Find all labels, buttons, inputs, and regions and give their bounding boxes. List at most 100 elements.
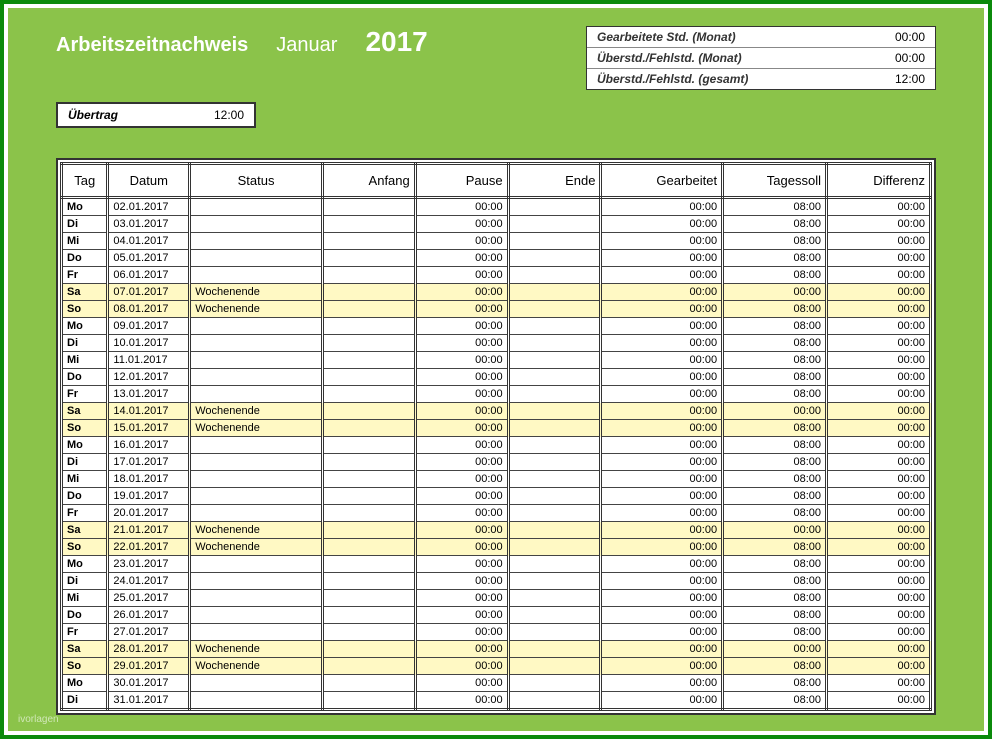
cell-ende[interactable] [508,675,601,692]
cell-tagessoll[interactable]: 08:00 [723,369,827,386]
cell-tagessoll[interactable]: 08:00 [723,590,827,607]
cell-anfang[interactable] [322,403,415,420]
cell-gearbeitet[interactable]: 00:00 [601,318,723,335]
cell-gearbeitet[interactable]: 00:00 [601,624,723,641]
cell-tagessoll[interactable]: 08:00 [723,216,827,233]
cell-differenz[interactable]: 00:00 [827,284,931,301]
cell-status[interactable] [190,488,323,505]
cell-anfang[interactable] [322,233,415,250]
cell-differenz[interactable]: 00:00 [827,250,931,267]
cell-pause[interactable]: 00:00 [415,488,508,505]
cell-anfang[interactable] [322,522,415,539]
cell-status[interactable] [190,692,323,710]
cell-status[interactable] [190,471,323,488]
cell-datum[interactable]: 05.01.2017 [108,250,190,267]
cell-anfang[interactable] [322,198,415,216]
cell-pause[interactable]: 00:00 [415,284,508,301]
cell-differenz[interactable]: 00:00 [827,216,931,233]
cell-differenz[interactable]: 00:00 [827,675,931,692]
cell-ende[interactable] [508,250,601,267]
cell-gearbeitet[interactable]: 00:00 [601,250,723,267]
cell-pause[interactable]: 00:00 [415,573,508,590]
cell-differenz[interactable]: 00:00 [827,658,931,675]
cell-gearbeitet[interactable]: 00:00 [601,522,723,539]
cell-datum[interactable]: 28.01.2017 [108,641,190,658]
cell-tagessoll[interactable]: 08:00 [723,539,827,556]
cell-differenz[interactable]: 00:00 [827,556,931,573]
cell-tag[interactable]: Mi [62,233,108,250]
cell-anfang[interactable] [322,284,415,301]
cell-anfang[interactable] [322,641,415,658]
cell-differenz[interactable]: 00:00 [827,505,931,522]
cell-datum[interactable]: 13.01.2017 [108,386,190,403]
cell-anfang[interactable] [322,250,415,267]
cell-tag[interactable]: Do [62,607,108,624]
cell-status[interactable]: Wochenende [190,420,323,437]
cell-gearbeitet[interactable]: 00:00 [601,573,723,590]
cell-datum[interactable]: 07.01.2017 [108,284,190,301]
cell-status[interactable] [190,505,323,522]
cell-status[interactable] [190,318,323,335]
cell-tag[interactable]: Do [62,488,108,505]
cell-ende[interactable] [508,216,601,233]
cell-status[interactable] [190,369,323,386]
cell-pause[interactable]: 00:00 [415,352,508,369]
cell-pause[interactable]: 00:00 [415,250,508,267]
cell-pause[interactable]: 00:00 [415,624,508,641]
cell-tag[interactable]: Mo [62,675,108,692]
cell-datum[interactable]: 23.01.2017 [108,556,190,573]
cell-anfang[interactable] [322,539,415,556]
cell-pause[interactable]: 00:00 [415,607,508,624]
cell-tagessoll[interactable]: 08:00 [723,624,827,641]
cell-status[interactable] [190,590,323,607]
cell-anfang[interactable] [322,607,415,624]
cell-anfang[interactable] [322,216,415,233]
cell-tag[interactable]: Sa [62,284,108,301]
cell-differenz[interactable]: 00:00 [827,420,931,437]
cell-ende[interactable] [508,335,601,352]
cell-ende[interactable] [508,539,601,556]
cell-tagessoll[interactable]: 08:00 [723,454,827,471]
cell-datum[interactable]: 09.01.2017 [108,318,190,335]
cell-tagessoll[interactable]: 00:00 [723,284,827,301]
cell-gearbeitet[interactable]: 00:00 [601,335,723,352]
cell-status[interactable] [190,675,323,692]
cell-tag[interactable]: Do [62,369,108,386]
cell-status[interactable] [190,352,323,369]
cell-gearbeitet[interactable]: 00:00 [601,454,723,471]
cell-tag[interactable]: Fr [62,505,108,522]
cell-pause[interactable]: 00:00 [415,318,508,335]
cell-tag[interactable]: Di [62,692,108,710]
cell-tagessoll[interactable]: 08:00 [723,658,827,675]
cell-ende[interactable] [508,369,601,386]
cell-ende[interactable] [508,267,601,284]
cell-differenz[interactable]: 00:00 [827,369,931,386]
cell-gearbeitet[interactable]: 00:00 [601,301,723,318]
cell-differenz[interactable]: 00:00 [827,352,931,369]
cell-differenz[interactable]: 00:00 [827,624,931,641]
cell-datum[interactable]: 27.01.2017 [108,624,190,641]
cell-status[interactable] [190,386,323,403]
cell-tagessoll[interactable]: 08:00 [723,607,827,624]
cell-tagessoll[interactable]: 08:00 [723,352,827,369]
cell-datum[interactable]: 26.01.2017 [108,607,190,624]
cell-gearbeitet[interactable]: 00:00 [601,369,723,386]
cell-datum[interactable]: 15.01.2017 [108,420,190,437]
cell-anfang[interactable] [322,505,415,522]
cell-anfang[interactable] [322,675,415,692]
cell-anfang[interactable] [322,335,415,352]
cell-pause[interactable]: 00:00 [415,658,508,675]
cell-status[interactable] [190,250,323,267]
cell-gearbeitet[interactable]: 00:00 [601,692,723,710]
cell-tag[interactable]: Mi [62,352,108,369]
cell-gearbeitet[interactable]: 00:00 [601,675,723,692]
cell-tag[interactable]: Mo [62,556,108,573]
cell-tag[interactable]: Mi [62,590,108,607]
cell-anfang[interactable] [322,624,415,641]
cell-differenz[interactable]: 00:00 [827,488,931,505]
cell-datum[interactable]: 30.01.2017 [108,675,190,692]
cell-pause[interactable]: 00:00 [415,216,508,233]
cell-anfang[interactable] [322,692,415,710]
cell-tagessoll[interactable]: 08:00 [723,692,827,710]
cell-ende[interactable] [508,556,601,573]
